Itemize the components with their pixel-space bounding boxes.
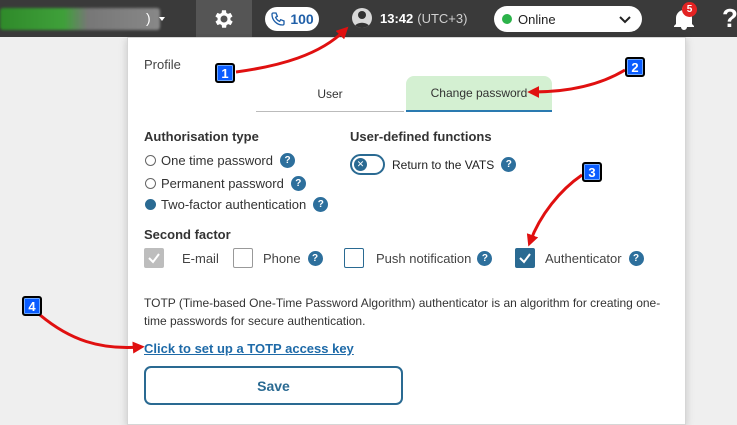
status-select[interactable]: Online: [494, 6, 642, 32]
setup-totp-link[interactable]: Click to set up a TOTP access key: [144, 341, 354, 356]
radio-button[interactable]: [145, 155, 156, 166]
phone-icon: [271, 12, 285, 26]
checkbox[interactable]: [344, 248, 364, 268]
checkbox-authenticator[interactable]: Authenticator ?: [515, 248, 644, 268]
help-icon[interactable]: ?: [628, 250, 644, 266]
help-icon[interactable]: ?: [290, 176, 306, 191]
checkbox[interactable]: [233, 248, 253, 268]
checkbox-label: Phone: [263, 250, 301, 266]
callout-badge-1: 1: [215, 63, 235, 83]
account-dropdown-chevron-icon[interactable]: ): [146, 10, 174, 28]
checkbox-label: Authenticator: [545, 250, 622, 266]
tab-change-password[interactable]: Change password: [406, 76, 552, 112]
panel-title: Profile: [144, 57, 181, 72]
help-icon[interactable]: ?: [307, 250, 323, 266]
close-icon: ✕: [354, 158, 367, 171]
checkbox-label: E-mail: [182, 250, 219, 266]
clock: 13:42 (UTC+3): [380, 11, 467, 26]
radio-one-time-password[interactable]: One time password ?: [145, 153, 295, 168]
help-icon[interactable]: ?: [280, 153, 295, 168]
top-bar: ) 100 13:42 (UTC+3) Online 5 ?: [0, 0, 737, 37]
help-icon[interactable]: ?: [313, 197, 329, 212]
calls-count: 100: [290, 11, 314, 27]
toggle-label: Return to the VATS: [392, 157, 495, 172]
clock-timezone: (UTC+3): [417, 11, 468, 26]
profile-panel: Profile User Change password Authorisati…: [127, 37, 686, 425]
radio-label: Permanent password: [161, 176, 284, 191]
radio-two-factor[interactable]: Two-factor authentication ?: [145, 197, 329, 212]
radio-label: Two-factor authentication: [161, 197, 307, 212]
save-button[interactable]: Save: [144, 366, 403, 405]
toggle-label-row: Return to the VATS ?: [392, 157, 517, 172]
radio-label: One time password: [161, 153, 273, 168]
check-icon: [148, 253, 160, 264]
callout-badge-3: 3: [582, 162, 602, 182]
user-icon: [354, 11, 370, 28]
callout-badge-2: 2: [625, 57, 645, 77]
auth-type-title: Authorisation type: [144, 129, 259, 144]
settings-button[interactable]: [196, 0, 252, 37]
checkbox-phone[interactable]: Phone ?: [233, 248, 323, 268]
checkbox-email[interactable]: E-mail: [144, 248, 219, 268]
clock-time: 13:42: [380, 11, 414, 26]
checkbox-push-notification[interactable]: Push notification ?: [344, 248, 493, 268]
arrow-4: [39, 313, 145, 354]
check-icon: [519, 253, 531, 264]
chevron-down-icon: [619, 16, 631, 24]
return-to-vats-toggle[interactable]: ✕: [350, 154, 385, 175]
checkbox[interactable]: [144, 248, 164, 268]
gear-icon: [215, 9, 233, 28]
checkbox-label: Push notification: [376, 250, 472, 266]
account-selector[interactable]: [0, 8, 160, 30]
calls-counter-button[interactable]: 100: [265, 7, 319, 31]
online-status-dot: [502, 14, 512, 24]
help-button[interactable]: ?: [722, 3, 737, 34]
tab-user[interactable]: User: [256, 76, 404, 112]
status-label: Online: [518, 11, 556, 27]
checkbox[interactable]: [515, 248, 535, 268]
user-avatar[interactable]: [352, 8, 372, 28]
totp-description: TOTP (Time-based One-Time Password Algor…: [144, 296, 661, 328]
callout-badge-4: 4: [22, 296, 42, 316]
second-factor-title: Second factor: [144, 227, 231, 242]
radio-button-selected[interactable]: [145, 199, 156, 210]
notification-badge: 5: [682, 2, 697, 17]
radio-button[interactable]: [145, 178, 156, 189]
help-icon[interactable]: ?: [501, 157, 517, 172]
radio-permanent-password[interactable]: Permanent password ?: [145, 176, 306, 191]
help-icon[interactable]: ?: [477, 250, 493, 266]
user-functions-title: User-defined functions: [350, 129, 492, 144]
